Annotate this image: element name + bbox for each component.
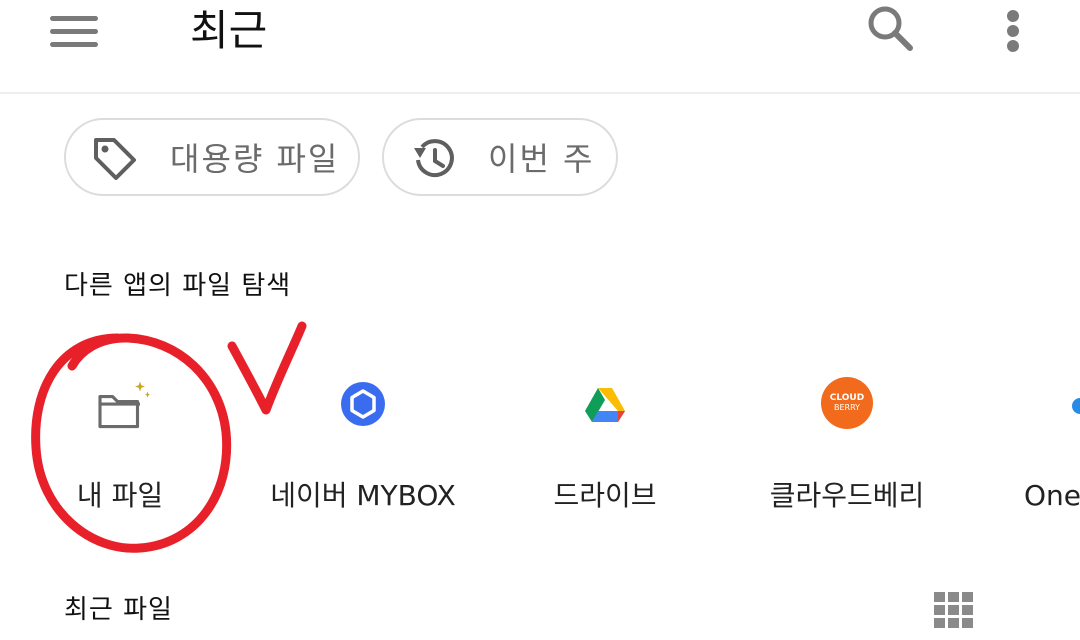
recent-files-title: 최근 파일	[64, 595, 173, 625]
grid-view-icon	[934, 592, 973, 628]
red-annotation-overlay	[31, 321, 307, 553]
google-drive-icon	[585, 388, 625, 422]
app-label: 네이버 MYBOX	[270, 479, 456, 512]
filter-chip-large-files[interactable]: 대용량 파일	[64, 118, 360, 196]
more-options-button[interactable]	[996, 6, 1030, 56]
search-icon	[868, 6, 913, 51]
app-item-google-drive[interactable]: 드라이브	[495, 360, 715, 530]
chip-label: 대용량 파일	[170, 140, 340, 178]
app-label: 내 파일	[76, 479, 164, 512]
app-item-my-files[interactable]: 내 파일	[10, 360, 230, 530]
explore-section-title: 다른 앱의 파일 탐색	[64, 271, 292, 301]
my-files-folder-icon	[98, 381, 150, 429]
app-item-cloudberry[interactable]: CLOUD BERRY 클라우드베리	[737, 360, 957, 530]
cloudberry-badge-line1: CLOUD	[829, 393, 865, 403]
chip-label: 이번 주	[488, 140, 595, 178]
app-label: One	[1024, 479, 1080, 512]
filter-chip-this-week[interactable]: 이번 주	[382, 118, 618, 196]
naver-mybox-icon	[341, 382, 385, 426]
tag-icon	[94, 138, 136, 180]
grid-view-button[interactable]	[932, 590, 976, 630]
cloudberry-badge-line2: BERRY	[833, 403, 861, 412]
app-bar: 최근	[0, 0, 1080, 94]
search-button[interactable]	[862, 0, 918, 56]
onedrive-icon	[1072, 398, 1080, 414]
cloudberry-icon: CLOUD BERRY	[824, 380, 870, 426]
app-label: 클라우드베리	[769, 479, 925, 512]
history-icon	[414, 139, 454, 178]
page-title: 최근	[190, 6, 268, 55]
app-item-naver-mybox[interactable]: 네이버 MYBOX	[253, 360, 473, 530]
menu-button[interactable]	[48, 12, 100, 52]
app-label: 드라이브	[553, 479, 657, 512]
